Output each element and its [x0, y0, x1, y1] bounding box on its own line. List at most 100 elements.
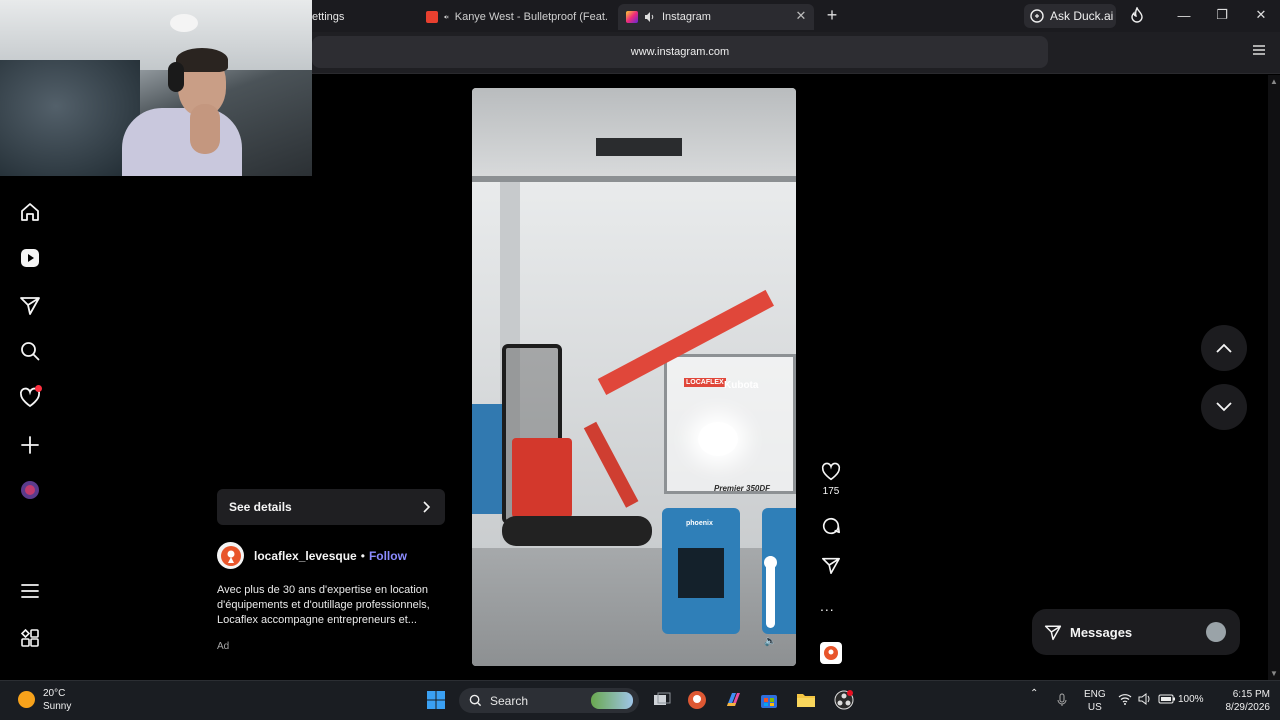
tab-kanye-west[interactable]: Kanye West - Bulletproof (Feat.: [418, 4, 616, 30]
battery-percent[interactable]: 100%: [1178, 694, 1204, 705]
minimize-button[interactable]: —: [1174, 6, 1194, 24]
close-tab-icon[interactable]: ✕: [794, 8, 808, 24]
reel-audio-avatar[interactable]: [820, 642, 842, 664]
new-tab-button[interactable]: +: [822, 5, 842, 26]
machine-brand-label: phoenix: [686, 520, 713, 527]
plus-icon: [21, 436, 39, 454]
chevron-up-icon: [1216, 343, 1232, 353]
url-field[interactable]: www.instagram.com: [312, 36, 1048, 68]
home-icon: [21, 203, 39, 221]
clock-time: 6:15 PM: [1232, 689, 1270, 700]
volume-knob[interactable]: [764, 556, 777, 569]
messages-button[interactable]: Messages: [1032, 609, 1240, 655]
task-view-icon: [654, 692, 671, 705]
sidebar-item-create[interactable]: [14, 429, 46, 461]
see-details-button[interactable]: See details: [217, 489, 445, 525]
wifi-icon[interactable]: [1118, 693, 1132, 705]
microphone-icon[interactable]: [1057, 693, 1067, 707]
obs-icon: [834, 690, 854, 710]
locaflex-label: LOCAFLEX: [684, 378, 726, 387]
scroll-up-icon[interactable]: ▲: [1270, 77, 1278, 86]
search-icon: [21, 342, 40, 361]
instagram-icon: [626, 11, 638, 23]
machine-label: Premier 350DF: [714, 484, 771, 493]
next-reel-button[interactable]: [1201, 384, 1247, 430]
language-indicator[interactable]: ENG US: [1084, 688, 1106, 714]
webcam-overlay: [0, 0, 312, 176]
copilot-icon: [727, 693, 740, 706]
folder-icon: [797, 694, 815, 707]
sidebar-item-reels[interactable]: [14, 242, 46, 274]
duckduckgo-taskbar-button[interactable]: [686, 689, 708, 711]
tray-overflow-icon[interactable]: ⌃: [1030, 688, 1038, 699]
taskbar-clock[interactable]: 6:15 PM 8/29/2026: [1214, 688, 1271, 714]
sidebar-item-also-from-meta[interactable]: [14, 622, 46, 654]
ask-duck-label: Ask Duck.ai: [1050, 9, 1114, 23]
sidebar-item-messages[interactable]: [14, 289, 46, 321]
tab-settings[interactable]: ettings: [304, 4, 404, 30]
previous-reel-button[interactable]: [1201, 325, 1247, 371]
see-details-label: See details: [229, 500, 292, 514]
close-window-button[interactable]: ✕: [1251, 6, 1271, 24]
like-button[interactable]: [818, 459, 844, 485]
start-button[interactable]: [425, 689, 447, 711]
sidebar-item-notifications[interactable]: [14, 382, 46, 414]
sidebar-item-search[interactable]: [14, 335, 46, 367]
page-scrollbar[interactable]: ▲ ▼: [1268, 75, 1280, 680]
search-highlight-image: [591, 692, 633, 709]
clock-date: 8/29/2026: [1225, 702, 1271, 713]
chevron-down-icon: [1216, 402, 1232, 412]
search-icon: [469, 694, 482, 707]
volume-icon[interactable]: 🔈: [764, 636, 776, 647]
language-code: ENG: [1084, 689, 1106, 700]
weather-condition[interactable]: Sunny: [43, 701, 71, 712]
obs-taskbar-button[interactable]: [833, 689, 855, 711]
restore-button[interactable]: ❐: [1212, 6, 1232, 24]
messages-avatar: [1206, 622, 1226, 642]
more-options-button[interactable]: ...: [820, 598, 835, 614]
reel-video[interactable]: LOCAFLEX Kubota Premier 350DF phoenix: [472, 88, 796, 666]
microsoft-store-button[interactable]: [758, 689, 780, 711]
messages-label: Messages: [1070, 624, 1133, 640]
taskbar-search[interactable]: Search: [459, 688, 639, 713]
separator-dot: •: [360, 548, 365, 563]
battery-icon[interactable]: [1158, 694, 1176, 704]
sidebar-item-more[interactable]: [14, 575, 46, 607]
menu-icon: [21, 584, 39, 598]
tab-instagram[interactable]: Instagram: [618, 4, 814, 30]
chat-bubble-icon: [1030, 9, 1044, 23]
volume-tray-icon[interactable]: [1138, 693, 1152, 705]
like-count: 175: [822, 486, 840, 497]
sidebar-item-profile[interactable]: [14, 474, 46, 506]
ceiling-unit: [596, 138, 682, 156]
taskbar-search-label: Search: [490, 693, 529, 708]
sidebar-item-home[interactable]: [14, 196, 46, 228]
locaflex-logo-icon: [824, 646, 838, 660]
file-explorer-button[interactable]: [795, 689, 817, 711]
notification-dot: [35, 385, 42, 392]
copilot-taskbar-button[interactable]: [722, 689, 744, 711]
comment-button[interactable]: [818, 513, 844, 539]
locaflex-logo-icon: [220, 545, 241, 566]
account-avatar[interactable]: [217, 542, 244, 569]
store-icon: [761, 695, 777, 708]
share-button[interactable]: [818, 552, 844, 578]
weather-sun-icon[interactable]: [18, 691, 35, 708]
chevron-right-icon: [423, 501, 431, 513]
follow-button[interactable]: Follow: [369, 549, 407, 563]
browser-menu-icon[interactable]: [1252, 44, 1266, 56]
ask-duck-button[interactable]: Ask Duck.ai: [1024, 4, 1116, 28]
account-name-link[interactable]: locaflex_levesque: [254, 549, 357, 563]
weather-temperature[interactable]: 20°C: [43, 688, 65, 699]
post-caption: Avec plus de 30 ans d'expertise en locat…: [217, 584, 430, 626]
fire-icon[interactable]: [1130, 7, 1144, 23]
url-text: www.instagram.com: [630, 46, 730, 58]
scroll-down-icon[interactable]: ▼: [1270, 669, 1278, 678]
comment-icon: [822, 517, 840, 535]
avatar-icon: [21, 481, 39, 499]
task-view-button[interactable]: [651, 689, 673, 711]
tab-title: Instagram: [662, 11, 711, 23]
post-account: locaflex_levesque • Follow: [217, 542, 407, 569]
region-code: US: [1087, 702, 1102, 713]
windows-logo-icon: [427, 691, 445, 709]
